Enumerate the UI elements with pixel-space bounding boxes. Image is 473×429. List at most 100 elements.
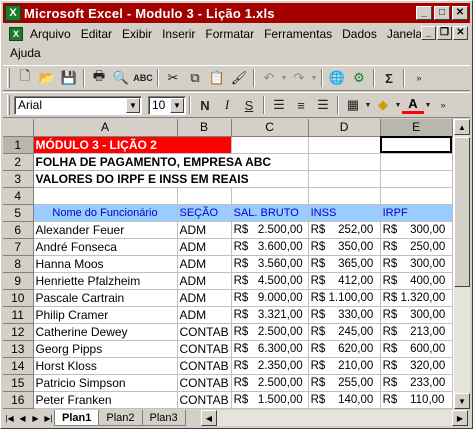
- cell[interactable]: CONTAB: [177, 323, 232, 341]
- toolbar-options-icon[interactable]: »: [408, 67, 430, 89]
- row-header[interactable]: 4: [3, 187, 34, 205]
- cell[interactable]: R$ 252,00: [308, 221, 381, 239]
- font-name-select[interactable]: Arial ▼: [14, 95, 142, 115]
- cell[interactable]: R$ 300,00: [380, 306, 453, 324]
- row-header[interactable]: 1: [3, 136, 34, 154]
- web-icon[interactable]: ⚙: [348, 67, 370, 89]
- cell[interactable]: R$ 620,00: [308, 340, 381, 358]
- row-header[interactable]: 13: [3, 340, 34, 358]
- cell[interactable]: R$ 3.600,00: [231, 238, 309, 256]
- cell[interactable]: [380, 187, 453, 205]
- fill-color-dropdown-icon[interactable]: ▼: [394, 94, 402, 116]
- cell[interactable]: R$ 6.300,00: [231, 340, 309, 358]
- row-header[interactable]: 6: [3, 221, 34, 239]
- cell[interactable]: R$ 300,00: [380, 221, 453, 239]
- cell[interactable]: [308, 153, 381, 171]
- cell[interactable]: [380, 170, 453, 188]
- select-all-corner[interactable]: [3, 119, 34, 137]
- cell[interactable]: Catherine Dewey: [33, 323, 178, 341]
- cell[interactable]: R$ 330,00: [308, 306, 381, 324]
- cell[interactable]: [380, 153, 453, 171]
- cell[interactable]: [177, 187, 232, 205]
- cell[interactable]: ADM: [177, 238, 232, 256]
- row-header[interactable]: 15: [3, 374, 34, 392]
- redo-icon[interactable]: ↷: [288, 67, 310, 89]
- cell[interactable]: IRPF: [380, 204, 453, 222]
- save-icon[interactable]: 💾: [58, 67, 80, 89]
- cell[interactable]: VALORES DO IRPF E INSS EM REAIS: [33, 170, 249, 188]
- cell[interactable]: R$ 255,00: [308, 374, 381, 392]
- row-header[interactable]: 16: [3, 391, 34, 409]
- menu-dados[interactable]: Dados: [337, 27, 382, 41]
- cell[interactable]: R$ 3.560,00: [231, 255, 309, 273]
- worksheet-grid[interactable]: A B C D E 1 MÓDULO 3 - LIÇÃO 2 2 FOLHA DE PAGAME…: [3, 119, 454, 409]
- menu-ferramentas[interactable]: Ferramentas: [259, 27, 337, 41]
- vertical-scrollbar[interactable]: ▲ ▼: [454, 119, 470, 409]
- cell[interactable]: CONTAB: [177, 374, 232, 392]
- cell[interactable]: R$ 140,00: [308, 391, 381, 409]
- cell[interactable]: Pascale Cartrain: [33, 289, 178, 307]
- cell[interactable]: CONTAB: [177, 357, 232, 375]
- open-icon[interactable]: 📂: [36, 67, 58, 89]
- chevron-down-icon[interactable]: ▼: [126, 97, 140, 113]
- cell[interactable]: INSS: [308, 204, 381, 222]
- redo-dropdown-icon[interactable]: ▼: [310, 67, 318, 89]
- cell[interactable]: R$ 412,00: [308, 272, 381, 290]
- cell[interactable]: R$ 1.100,00: [308, 289, 381, 307]
- cell[interactable]: Alexander Feuer: [33, 221, 178, 239]
- undo-dropdown-icon[interactable]: ▼: [280, 67, 288, 89]
- cell[interactable]: R$ 110,00: [380, 391, 453, 409]
- cell[interactable]: R$ 1.500,00: [231, 391, 309, 409]
- borders-icon[interactable]: ▦: [342, 94, 364, 116]
- excel-app-icon[interactable]: X: [5, 5, 21, 21]
- cell[interactable]: SAL. BRUTO: [231, 204, 309, 222]
- undo-icon[interactable]: ↶: [258, 67, 280, 89]
- underline-button[interactable]: S: [238, 94, 260, 116]
- column-header[interactable]: D: [308, 119, 381, 137]
- row-header[interactable]: 8: [3, 255, 34, 273]
- row-header[interactable]: 12: [3, 323, 34, 341]
- align-right-icon[interactable]: ☰: [312, 94, 334, 116]
- hyperlink-icon[interactable]: 🌐: [326, 67, 348, 89]
- cell[interactable]: R$ 2.350,00: [231, 357, 309, 375]
- row-header[interactable]: 3: [3, 170, 34, 188]
- menu-exibir[interactable]: Exibir: [117, 27, 157, 41]
- cell[interactable]: [380, 136, 453, 154]
- cell[interactable]: ADM: [177, 306, 232, 324]
- menu-formatar[interactable]: Formatar: [200, 27, 259, 41]
- cell[interactable]: Philip Cramer: [33, 306, 178, 324]
- cell[interactable]: R$ 9.000,00: [231, 289, 309, 307]
- cell[interactable]: SEÇÃO: [177, 204, 232, 222]
- cell[interactable]: R$ 4.500,00: [231, 272, 309, 290]
- cell[interactable]: Georg Pipps: [33, 340, 178, 358]
- cell[interactable]: Henriette Pfalzheim: [33, 272, 178, 290]
- cell[interactable]: Peter Franken: [33, 391, 178, 409]
- scroll-up-icon[interactable]: ▲: [454, 119, 470, 135]
- cell[interactable]: R$ 3.321,00: [231, 306, 309, 324]
- scroll-right-icon[interactable]: ▶: [452, 410, 468, 426]
- cell[interactable]: [231, 187, 309, 205]
- cell[interactable]: FOLHA DE PAGAMENTO, EMPRESA ABC: [33, 153, 271, 171]
- cell[interactable]: Hanna Moos: [33, 255, 178, 273]
- cell[interactable]: Nome do Funcionário: [33, 204, 178, 222]
- cell[interactable]: CONTAB: [177, 391, 232, 409]
- cut-icon[interactable]: ✂: [162, 67, 184, 89]
- cell[interactable]: R$ 2.500,00: [231, 221, 309, 239]
- scroll-down-icon[interactable]: ▼: [454, 393, 470, 409]
- document-icon[interactable]: X: [9, 26, 23, 41]
- toolbar-options-icon[interactable]: »: [432, 94, 454, 116]
- bold-button[interactable]: N: [194, 94, 216, 116]
- doc-minimize-icon[interactable]: _: [421, 26, 436, 40]
- prev-sheet-icon[interactable]: ◀: [16, 411, 29, 426]
- column-header[interactable]: C: [231, 119, 309, 137]
- cell[interactable]: R$ 300,00: [380, 255, 453, 273]
- tab-plan1[interactable]: Plan1: [54, 410, 100, 426]
- cell[interactable]: [308, 187, 381, 205]
- cell[interactable]: R$ 245,00: [308, 323, 381, 341]
- cell[interactable]: ADM: [177, 289, 232, 307]
- tab-plan3[interactable]: Plan3: [141, 410, 186, 426]
- cell[interactable]: Patricio Simpson: [33, 374, 178, 392]
- chevron-down-icon[interactable]: ▼: [170, 97, 184, 113]
- cell[interactable]: MÓDULO 3 - LIÇÃO 2: [33, 136, 177, 154]
- copy-icon[interactable]: ⧉: [184, 67, 206, 89]
